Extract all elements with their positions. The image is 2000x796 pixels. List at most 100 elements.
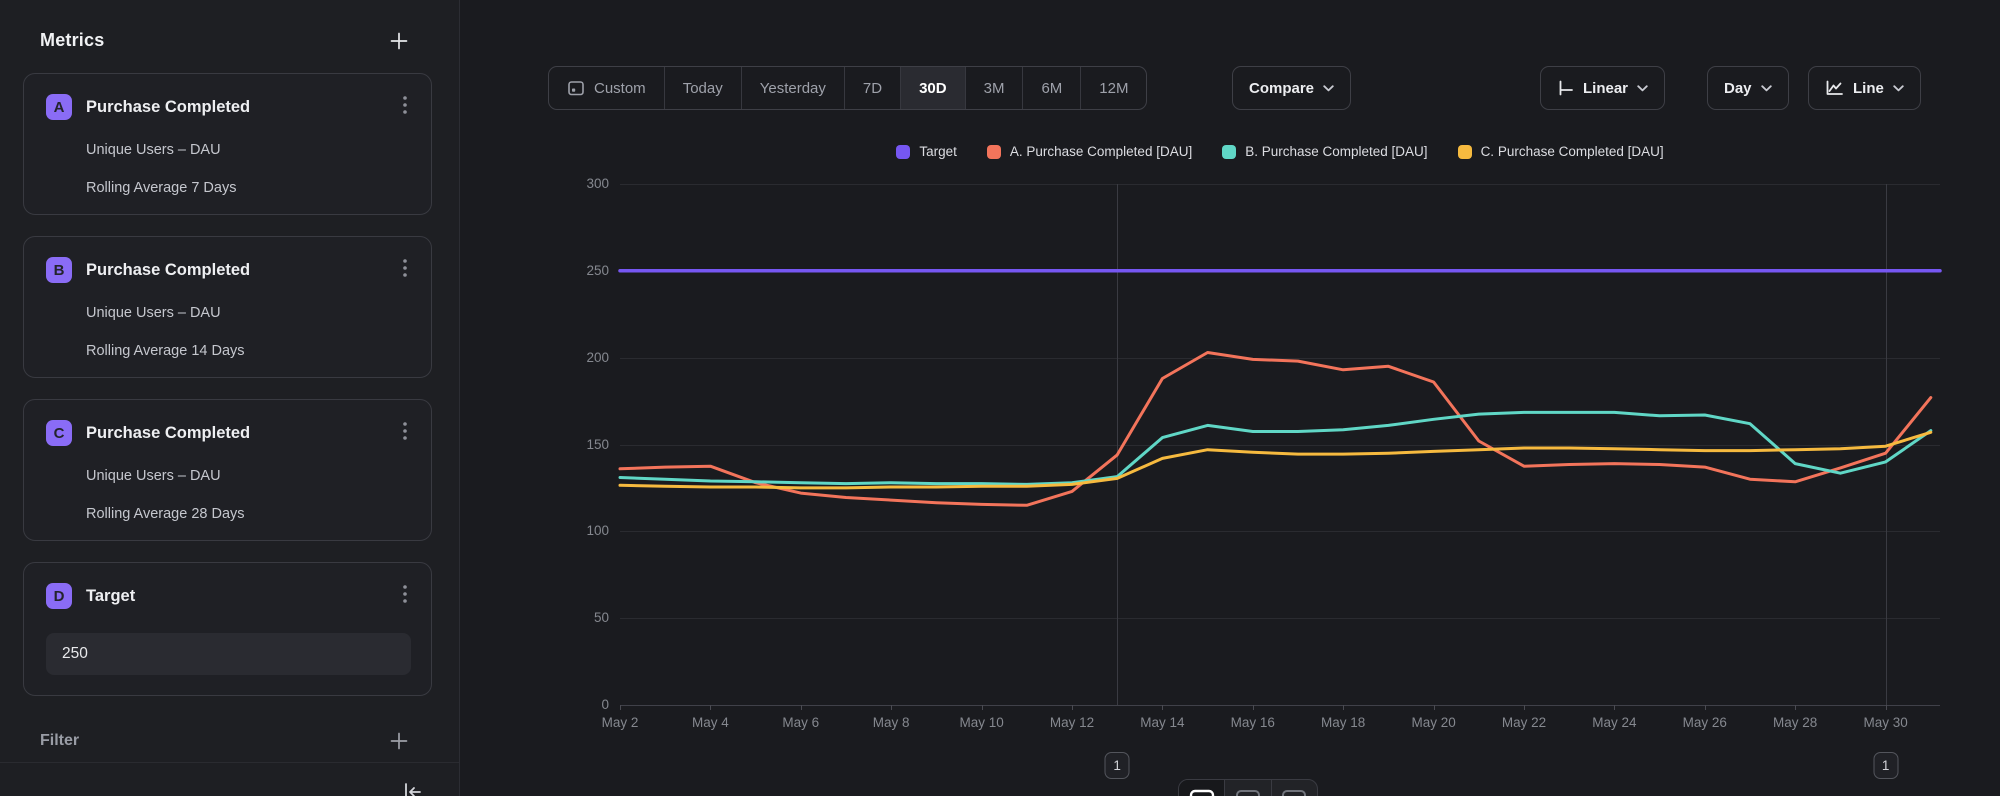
range-button-6m[interactable]: 6M (1023, 67, 1081, 109)
x-axis-label: May 16 (1231, 715, 1275, 730)
sidebar-divider (0, 762, 459, 763)
gridline-y50 (620, 618, 1940, 619)
filter-section: Filter (0, 717, 459, 765)
plot-area: 050100150200250300May 2May 4May 6May 8Ma… (620, 184, 1940, 705)
chevron-down-icon (1761, 85, 1772, 92)
x-axis-tick (1705, 705, 1706, 710)
metric-title: Purchase Completed (86, 261, 411, 280)
x-axis-label: May 30 (1863, 715, 1907, 730)
legend-item-target[interactable]: Target (896, 144, 957, 159)
range-label: 3M (984, 80, 1005, 97)
add-metric-button[interactable] (389, 31, 409, 51)
metric-subtitle-rolling: Rolling Average 14 Days (86, 343, 411, 359)
gridline-y200 (620, 358, 1940, 359)
range-label: Yesterday (760, 80, 826, 97)
metric-card-b[interactable]: B Purchase Completed Unique Users – DAU Rol… (23, 236, 432, 378)
axis-scale-icon (1557, 80, 1574, 97)
line-chart-icon (1825, 80, 1844, 96)
metric-subtitle-rolling: Rolling Average 7 Days (86, 180, 411, 196)
compare-button[interactable]: Compare (1232, 66, 1351, 110)
range-button-yesterday[interactable]: Yesterday (742, 67, 845, 109)
x-axis-label: May 14 (1140, 715, 1184, 730)
legend-swatch (896, 145, 910, 159)
x-axis-tick (1886, 705, 1887, 710)
kebab-icon (403, 422, 407, 440)
view-toggle-chart-button[interactable] (1179, 780, 1225, 796)
calendar-icon (567, 79, 585, 97)
granularity-select-button[interactable]: Day (1707, 66, 1789, 110)
x-axis-tick (1162, 705, 1163, 710)
x-axis-label: May 22 (1502, 715, 1546, 730)
kebab-menu-button[interactable] (393, 579, 417, 609)
metrics-title: Metrics (40, 30, 104, 51)
x-axis-label: May 28 (1773, 715, 1817, 730)
metric-card-a[interactable]: APurchase CompletedUnique Users – DAURol… (23, 73, 432, 215)
range-button-7d[interactable]: 7D (845, 67, 901, 109)
metric-badge: D (46, 583, 72, 609)
legend-swatch (1458, 145, 1472, 159)
chart-area: 050100150200250300May 2May 4May 6May 8Ma… (461, 0, 2000, 796)
series-lines (620, 184, 1940, 705)
compare-label: Compare (1249, 80, 1314, 97)
series-line-a (620, 353, 1931, 506)
metric-card-header: APurchase Completed (46, 94, 411, 120)
x-axis-tick (891, 705, 892, 710)
add-filter-button[interactable] (389, 731, 409, 751)
range-button-30d[interactable]: 30D (901, 67, 966, 109)
range-button-today[interactable]: Today (665, 67, 742, 109)
metric-card-c[interactable]: CPurchase CompletedUnique Users – DAURol… (23, 399, 432, 541)
metric-subtitle-measure: Unique Users – DAU (86, 305, 411, 321)
x-axis-label: May 8 (873, 715, 910, 730)
view-toggle-table-button[interactable] (1225, 780, 1271, 796)
kebab-icon (403, 259, 407, 277)
y-axis-label: 300 (461, 175, 609, 193)
range-button-3m[interactable]: 3M (966, 67, 1024, 109)
plus-icon (389, 731, 409, 751)
x-axis-label: May 12 (1050, 715, 1094, 730)
legend-label: Target (919, 144, 957, 159)
metric-card-d[interactable]: DTarget (23, 562, 432, 696)
gridline-y250 (620, 271, 1940, 272)
chart-view-icon (1189, 789, 1215, 796)
scale-select-button[interactable]: Linear (1540, 66, 1665, 110)
kebab-menu-button[interactable] (393, 253, 417, 283)
view-toggle-split-button[interactable] (1272, 780, 1317, 796)
chart-type-select-button[interactable]: Line (1808, 66, 1921, 110)
legend-item-b[interactable]: B. Purchase Completed [DAU] (1222, 144, 1427, 159)
y-axis-label: 150 (461, 436, 609, 454)
y-axis-label: 0 (461, 696, 609, 714)
target-value-input[interactable] (46, 633, 411, 675)
x-axis-tick (710, 705, 711, 710)
sidebar-collapse-button[interactable] (401, 780, 425, 796)
annotation-line-1 (1117, 184, 1118, 705)
chevron-down-icon (1893, 85, 1904, 92)
x-axis-tick (801, 705, 802, 710)
annotation-badge-2[interactable]: 1 (1873, 752, 1898, 779)
metric-badge: C (46, 420, 72, 446)
series-line-c (620, 432, 1931, 488)
metric-subtitle-rolling: Rolling Average 28 Days (86, 506, 411, 522)
metric-title: Purchase Completed (86, 424, 411, 443)
split-view-icon (1281, 789, 1307, 796)
x-axis-label: May 2 (602, 715, 639, 730)
range-button-12m[interactable]: 12M (1081, 67, 1146, 109)
legend-item-c[interactable]: C. Purchase Completed [DAU] (1458, 144, 1664, 159)
x-axis-tick (1795, 705, 1796, 710)
chart-type-label: Line (1853, 80, 1884, 97)
kebab-menu-button[interactable] (393, 90, 417, 120)
annotation-badge-1[interactable]: 1 (1105, 752, 1130, 779)
x-axis-tick (1253, 705, 1254, 710)
metric-badge: B (46, 257, 72, 283)
legend-item-a[interactable]: A. Purchase Completed [DAU] (987, 144, 1192, 159)
x-axis-label: May 20 (1411, 715, 1455, 730)
x-axis-tick (1524, 705, 1525, 710)
legend-label: A. Purchase Completed [DAU] (1010, 144, 1192, 159)
range-label: 30D (919, 80, 947, 97)
range-label: 6M (1041, 80, 1062, 97)
kebab-icon (403, 96, 407, 114)
x-axis-tick (1614, 705, 1615, 710)
range-button-custom[interactable]: Custom (549, 67, 665, 109)
granularity-label: Day (1724, 80, 1752, 97)
kebab-menu-button[interactable] (393, 416, 417, 446)
y-axis-label: 250 (461, 262, 609, 280)
